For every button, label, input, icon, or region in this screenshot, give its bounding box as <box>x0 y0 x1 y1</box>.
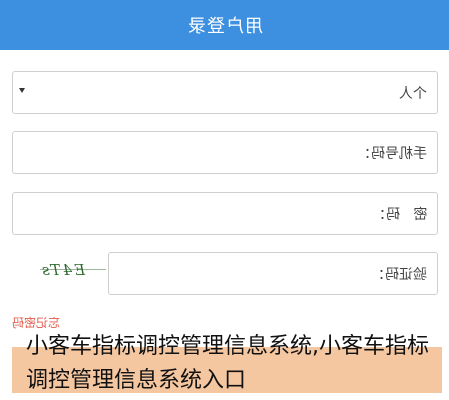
captcha-field[interactable]: 验证码： <box>108 252 438 295</box>
chevron-down-icon <box>19 88 25 93</box>
account-type-select[interactable]: 个人 <box>12 71 438 114</box>
captcha-text: E4Ts <box>40 261 86 279</box>
page-header: 用户登录 <box>0 0 449 50</box>
account-type-value: 个人 <box>399 85 427 102</box>
overlay-caption: 小客车指标调控管理信息系统,小客车指标调控管理信息系统入口 <box>26 334 429 393</box>
forgot-password-link[interactable]: 忘记密码 <box>12 314 60 331</box>
captcha-image[interactable]: E4Ts <box>40 258 106 282</box>
phone-field[interactable]: 手机号码： <box>12 131 438 174</box>
password-field[interactable]: 密 码： <box>12 192 438 235</box>
page-title: 用户登录 <box>186 16 263 37</box>
captcha-label: 验证码： <box>371 266 427 283</box>
password-label: 密 码： <box>371 206 427 223</box>
phone-label: 手机号码： <box>357 145 427 162</box>
